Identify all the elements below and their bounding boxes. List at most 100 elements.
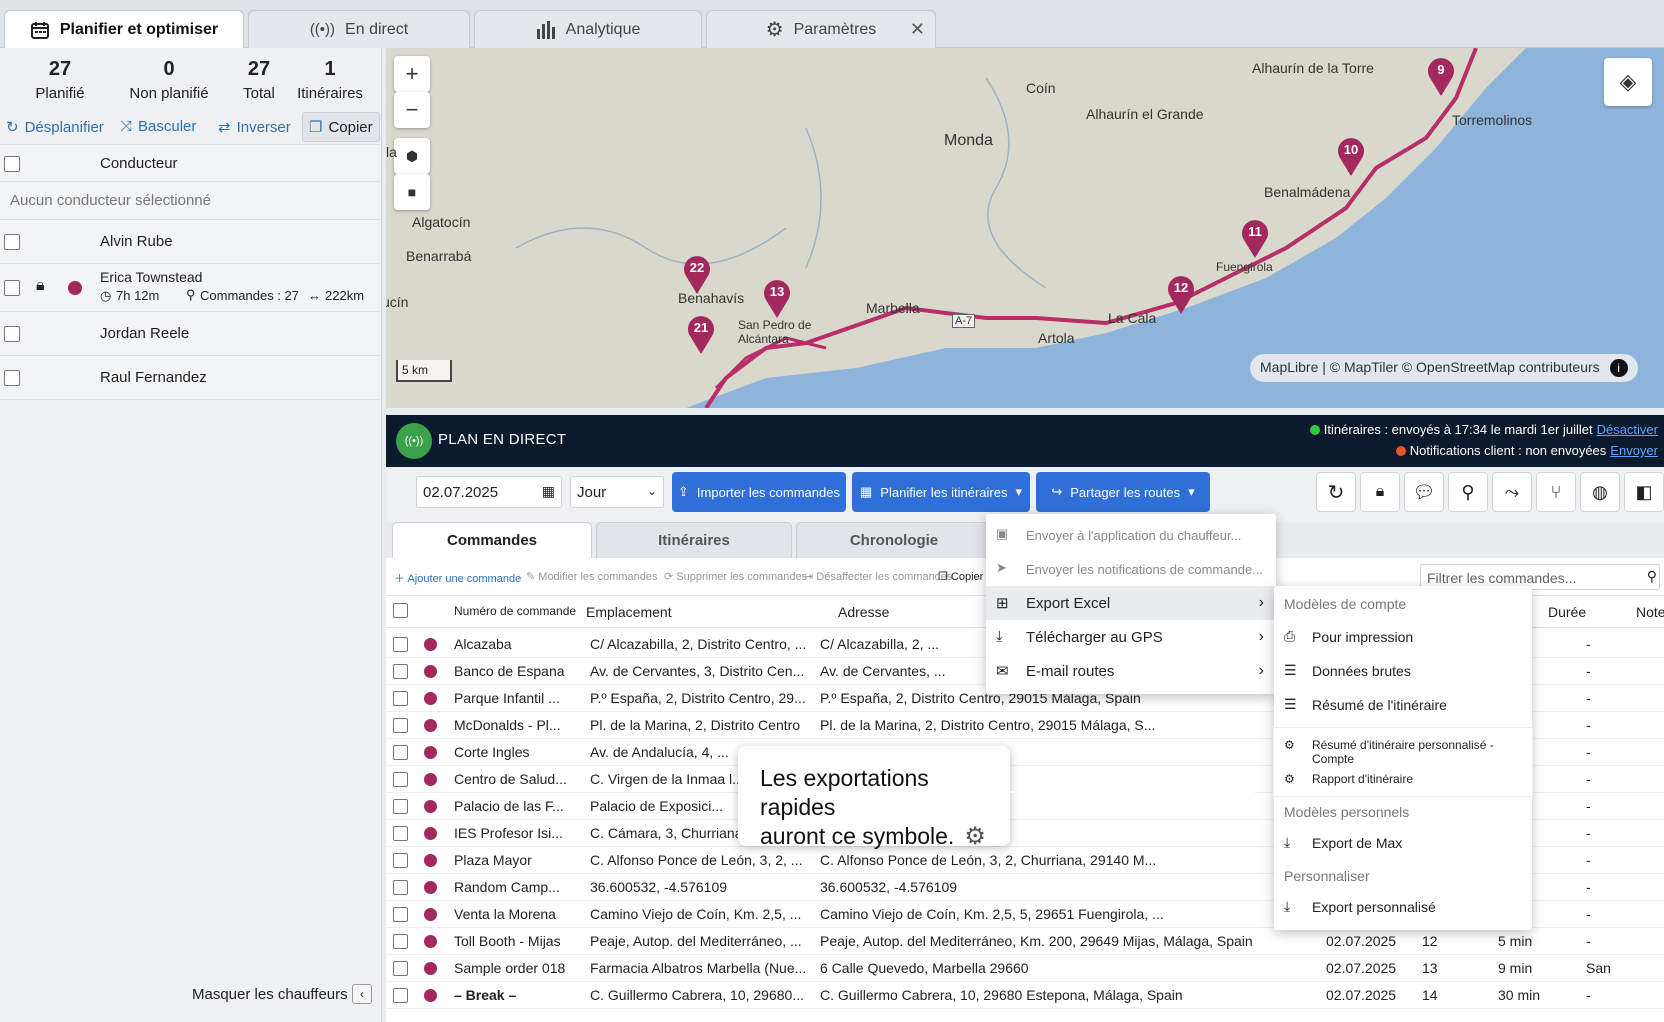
menu-item-route-summary[interactable]: ☰ Résumé de l'itinéraire [1274, 688, 1532, 722]
row-checkbox[interactable] [393, 691, 408, 706]
row-checkbox[interactable] [393, 826, 408, 841]
row-checkbox[interactable] [393, 853, 408, 868]
row-checkbox[interactable] [393, 664, 408, 679]
tab-orders[interactable]: Commandes [392, 522, 592, 558]
table-row[interactable]: Sample order 018 Farmacia Albatros Marbel… [386, 954, 1664, 982]
route-stop-pin[interactable]: 9 [1426, 58, 1456, 96]
close-icon[interactable]: ✕ [910, 19, 925, 40]
split-route-button[interactable]: ⑂ [1536, 472, 1576, 512]
row-checkbox[interactable] [393, 988, 408, 1003]
unassign-orders-button[interactable]: ⇥ Désaffecter les commandes [804, 570, 952, 583]
select-all-orders-checkbox[interactable] [393, 603, 408, 618]
share-routes-button[interactable]: ↪ Partager les routes ▾ [1036, 472, 1210, 512]
menu-item-custom-summary[interactable]: ⚙ Résumé d'itinéraire personnalisé - Comp… [1284, 738, 1532, 766]
route-map[interactable]: + − ⬢ ■ ◈ Alhaurín de la Torre Torremoli… [386, 48, 1664, 408]
date-input[interactable]: 02.07.2025 ▦ [416, 476, 562, 508]
globe-button[interactable]: ◍ [1580, 472, 1620, 512]
calendar-icon[interactable]: ▦ [542, 483, 555, 500]
row-checkbox[interactable] [393, 637, 408, 652]
toggle-button[interactable]: ⤨ Basculer [120, 118, 196, 135]
column-header-duration[interactable]: Durée [1548, 604, 1586, 620]
tab-timeline[interactable]: Chronologie [796, 522, 992, 558]
tab-plan-optimize[interactable]: Planifier et optimiser [4, 10, 244, 49]
period-value: Jour [577, 484, 607, 501]
menu-item-print[interactable]: ⎙ Pour impression [1274, 620, 1532, 654]
import-orders-button[interactable]: ⇪ Importer les commandes [672, 472, 846, 512]
column-header-location[interactable]: Emplacement [586, 604, 672, 620]
refresh-button[interactable]: ↻ [1316, 472, 1356, 512]
tab-settings[interactable]: ⚙ Paramètres ✕ [706, 10, 936, 48]
zoom-in-button[interactable]: + [394, 56, 430, 92]
tab-live[interactable]: ((•)) En direct [248, 10, 470, 48]
period-select[interactable]: Jour ⌄ [570, 476, 664, 508]
menu-item-max-export[interactable]: ⤓ Export de Max [1274, 826, 1532, 860]
route-stop-pin[interactable]: 11 [1240, 220, 1270, 258]
row-checkbox[interactable] [393, 961, 408, 976]
tab-analytics[interactable]: Analytique [474, 10, 702, 48]
hide-drivers-label[interactable]: Masquer les chauffeurs [192, 986, 348, 1003]
table-row[interactable]: – Break – C. Guillermo Cabrera, 10, 29680… [386, 981, 1664, 1009]
send-link[interactable]: Envoyer [1610, 443, 1658, 458]
column-header-notes[interactable]: Note [1636, 604, 1664, 620]
order-location: Pl. de la Marina, 2, Distrito Centro [590, 717, 801, 733]
zoom-out-button[interactable]: − [394, 92, 430, 128]
select-all-checkbox[interactable] [4, 156, 20, 172]
map-place-label: Torremolinos [1452, 112, 1533, 128]
chat-button[interactable]: 💬︎ [1404, 472, 1444, 512]
route-stop-pin[interactable]: 22 [682, 256, 712, 294]
row-checkbox[interactable] [393, 772, 408, 787]
menu-item-send-driver-app[interactable]: ▣ Envoyer à l'application du chauffeur... [986, 518, 1276, 552]
menu-item-download-gps[interactable]: ⤓ Télécharger au GPS › [986, 620, 1276, 654]
column-header-address[interactable]: Adresse [838, 604, 889, 620]
table-row[interactable]: Toll Booth - Mijas Peaje, Autop. del Medi… [386, 927, 1664, 955]
info-icon[interactable]: i [1609, 359, 1628, 377]
driver-checkbox[interactable] [4, 370, 20, 386]
menu-item-export-excel[interactable]: ⊞ Export Excel › [986, 586, 1276, 620]
add-order-button[interactable]: ＋ Ajouter une commande [394, 570, 521, 586]
reverse-button[interactable]: ⇄ Inverser [218, 118, 291, 137]
edit-orders-button[interactable]: ✎ Modifier les commandes [526, 570, 658, 583]
row-checkbox[interactable] [393, 907, 408, 922]
route-stop-pin[interactable]: 12 [1166, 276, 1196, 314]
driver-row[interactable]: Raul Fernandez [0, 356, 380, 400]
copy-button[interactable]: ❐ Copier [302, 112, 380, 142]
menu-item-email-routes[interactable]: ✉ E-mail routes › [986, 654, 1276, 688]
panel-toggle-button[interactable]: ◧ [1624, 472, 1664, 512]
layers-button[interactable]: ◈ [1604, 58, 1652, 106]
collapse-icon[interactable]: ‹ [352, 984, 372, 1004]
route-color-dot [424, 800, 437, 813]
driver-row[interactable]: Jordan Reele [0, 312, 380, 356]
order-notes: - [1586, 798, 1591, 814]
row-checkbox[interactable] [393, 799, 408, 814]
row-checkbox[interactable] [393, 880, 408, 895]
driver-checkbox[interactable] [4, 280, 20, 296]
lock-icon[interactable]: 🔒︎ [36, 277, 45, 295]
route-button[interactable]: ⤳ [1492, 472, 1532, 512]
order-sequence: 14 [1422, 987, 1438, 1003]
deactivate-link[interactable]: Désactiver [1597, 422, 1658, 437]
plan-routes-button[interactable]: ▦ Planifier les itinéraires ▾ [852, 472, 1030, 512]
location-button[interactable]: ⚲ [1448, 472, 1488, 512]
delete-orders-button[interactable]: ⟳ Supprimer les commandes [664, 570, 807, 583]
driver-checkbox[interactable] [4, 326, 20, 342]
route-stop-pin[interactable]: 13 [762, 280, 792, 318]
row-checkbox[interactable] [393, 718, 408, 733]
driver-row[interactable]: Alvin Rube [0, 220, 380, 264]
column-header-number[interactable]: Numéro de commande [454, 604, 576, 618]
menu-item-custom-export[interactable]: ⤓ Export personnalisé [1274, 890, 1532, 924]
driver-checkbox[interactable] [4, 234, 20, 250]
row-checkbox[interactable] [393, 934, 408, 949]
lock-button[interactable]: 🔒︎ [1360, 472, 1400, 512]
unplan-button[interactable]: ↻ Désplanifier [6, 118, 104, 137]
rectangle-tool-button[interactable]: ■ [394, 174, 430, 210]
polygon-tool-button[interactable]: ⬢ [394, 138, 430, 174]
row-checkbox[interactable] [393, 745, 408, 760]
menu-item-send-notifications[interactable]: ➤ Envoyer les notifications de commande..… [986, 552, 1276, 586]
tab-routes[interactable]: Itinéraires [596, 522, 792, 558]
copy-orders-button[interactable]: ❐ Copier [938, 570, 983, 583]
menu-item-raw-data[interactable]: ☰ Données brutes [1274, 654, 1532, 688]
driver-row[interactable]: 🔒︎ Erica Townstead ◷ 7h 12m ⚲ Commandes … [0, 264, 380, 312]
route-stop-pin[interactable]: 21 [686, 316, 716, 354]
menu-item-route-report[interactable]: ⚙ Rapport d'itinéraire [1284, 772, 1413, 792]
route-stop-pin[interactable]: 10 [1336, 138, 1366, 176]
